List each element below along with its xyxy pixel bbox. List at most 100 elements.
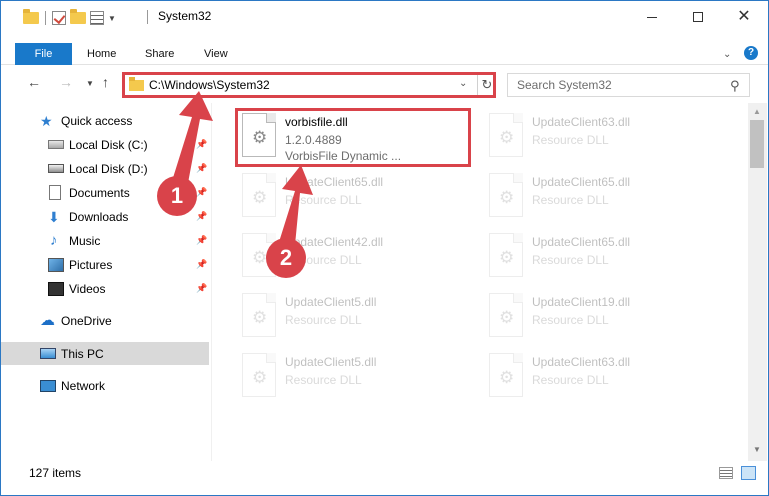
file-explorer-window: ▼ System32 ✕ File Home Share View ⌄ ? ← … <box>0 0 769 496</box>
file-item[interactable]: ⚙ UpdateClient65.dll Resource DLL <box>483 169 713 229</box>
address-bar[interactable]: C:\Windows\System32 ⌄ ↻ <box>122 72 496 98</box>
maximize-button[interactable] <box>675 1 721 33</box>
large-icons-view-icon[interactable] <box>741 466 756 480</box>
file-type: Resource DLL <box>285 193 362 207</box>
file-name: UpdateClient63.dll <box>532 355 631 369</box>
refresh-icon[interactable]: ↻ <box>477 75 496 95</box>
chevron-down-icon[interactable]: ▼ <box>108 14 116 23</box>
scroll-thumb[interactable] <box>750 120 764 168</box>
sidebar-item-music[interactable]: ♪ Music 📌 <box>1 229 209 252</box>
pin-icon[interactable]: 📌 <box>196 259 207 270</box>
navigation-pane: ★ Quick access Local Disk (C:) 📌 Local D… <box>1 103 211 461</box>
gear-icon: ⚙ <box>252 188 268 207</box>
pin-icon[interactable]: 📌 <box>196 187 207 198</box>
help-icon[interactable]: ? <box>744 46 758 60</box>
scroll-up-icon[interactable]: ▲ <box>753 107 761 116</box>
chevron-down-icon[interactable]: ⌄ <box>459 78 467 89</box>
sidebar-item-quick-access[interactable]: ★ Quick access <box>1 109 209 132</box>
file-name: UpdateClient63.dll <box>532 115 631 129</box>
search-input[interactable]: Search System32 ⚲ <box>507 73 750 97</box>
chevron-down-icon[interactable]: ▼ <box>86 79 94 88</box>
tab-home[interactable]: Home <box>87 43 116 65</box>
pin-icon[interactable]: 📌 <box>196 211 207 222</box>
pin-icon[interactable]: 📌 <box>196 283 207 294</box>
title-divider <box>147 10 148 24</box>
dll-file-icon: ⚙ <box>489 233 523 277</box>
file-type: Resource DLL <box>532 313 609 327</box>
file-name: UpdateClient5.dll <box>285 355 377 369</box>
forward-arrow-icon[interactable]: → <box>59 74 73 90</box>
sidebar-item-label: Pictures <box>69 257 113 272</box>
file-item[interactable]: ⚙ UpdateClient19.dll Resource DLL <box>483 289 713 349</box>
file-item[interactable]: ⚙ UpdateClient63.dll Resource DLL <box>483 109 713 169</box>
pc-icon <box>40 348 56 359</box>
documents-icon <box>49 185 61 200</box>
toolbar-divider <box>45 11 46 25</box>
sidebar-item-onedrive[interactable]: ☁ OneDrive <box>1 309 209 332</box>
gear-icon: ⚙ <box>499 308 515 327</box>
file-name: UpdateClient5.dll <box>285 295 377 309</box>
file-type: Resource DLL <box>532 133 609 147</box>
file-item[interactable]: ⚙ UpdateClient63.dll Resource DLL <box>483 349 713 409</box>
properties-icon[interactable] <box>90 11 104 25</box>
sidebar-item-label: Local Disk (D:) <box>69 161 148 176</box>
tab-view[interactable]: View <box>204 43 228 65</box>
file-highlight-box <box>235 108 471 167</box>
search-placeholder: Search System32 <box>517 78 612 92</box>
file-type: Resource DLL <box>532 193 609 207</box>
sidebar-item-this-pc[interactable]: This PC <box>1 342 209 365</box>
sidebar-item-videos[interactable]: Videos 📌 <box>1 277 209 300</box>
dll-file-icon: ⚙ <box>489 353 523 397</box>
minimize-button[interactable] <box>629 1 675 33</box>
downloads-icon: ⬇ <box>48 208 60 225</box>
maximize-icon <box>693 12 703 22</box>
sidebar-item-label: Local Disk (C:) <box>69 137 148 152</box>
new-folder-icon[interactable] <box>70 9 86 24</box>
gear-icon: ⚙ <box>252 308 268 327</box>
properties-check-icon[interactable] <box>52 11 66 25</box>
search-icon[interactable]: ⚲ <box>730 78 740 94</box>
details-view-icon[interactable] <box>719 467 733 479</box>
sidebar-item-label: OneDrive <box>61 313 112 328</box>
file-type: Resource DLL <box>285 373 362 387</box>
sidebar-item-local-disk-c[interactable]: Local Disk (C:) 📌 <box>1 133 209 156</box>
pictures-icon <box>48 257 64 272</box>
file-type: Resource DLL <box>532 253 609 267</box>
disk-icon <box>48 140 64 149</box>
close-icon: ✕ <box>737 8 751 25</box>
pin-icon[interactable]: 📌 <box>196 139 207 150</box>
window-title: System32 <box>158 9 212 23</box>
sidebar-item-label: Music <box>69 233 101 248</box>
dll-file-icon: ⚙ <box>242 173 276 217</box>
status-bar: 127 items <box>1 461 768 495</box>
gear-icon: ⚙ <box>499 248 515 267</box>
back-arrow-icon[interactable]: ← <box>27 74 41 90</box>
file-item[interactable]: ⚙ UpdateClient65.dll Resource DLL <box>483 229 713 289</box>
folder-icon[interactable] <box>23 9 39 24</box>
cloud-icon: ☁ <box>40 311 55 329</box>
network-icon <box>40 379 56 392</box>
pin-icon[interactable]: 📌 <box>196 235 207 246</box>
gear-icon: ⚙ <box>499 188 515 207</box>
up-arrow-icon[interactable]: ↑ <box>102 74 109 90</box>
file-item[interactable]: ⚙ UpdateClient65.dll Resource DLL <box>236 169 466 229</box>
dll-file-icon: ⚙ <box>242 293 276 337</box>
sidebar-item-label: Network <box>61 378 106 393</box>
tab-share[interactable]: Share <box>145 43 174 65</box>
scroll-down-icon[interactable]: ▼ <box>753 445 761 454</box>
sidebar-item-network[interactable]: Network <box>1 374 209 397</box>
disk-icon <box>48 164 64 173</box>
minimize-icon <box>647 16 657 18</box>
file-type: Resource DLL <box>532 373 609 387</box>
file-item[interactable]: ⚙ UpdateClient5.dll Resource DLL <box>236 349 466 409</box>
close-button[interactable]: ✕ <box>721 1 767 33</box>
sidebar-item-label: This PC <box>61 346 104 361</box>
vertical-scrollbar[interactable]: ▲ ▼ <box>748 103 767 461</box>
star-icon: ★ <box>40 112 53 129</box>
music-icon: ♪ <box>50 231 58 249</box>
chevron-down-icon[interactable]: ⌄ <box>723 49 731 60</box>
sidebar-item-pictures[interactable]: Pictures 📌 <box>1 253 209 276</box>
address-path[interactable]: C:\Windows\System32 <box>149 78 270 92</box>
file-item[interactable]: ⚙ UpdateClient5.dll Resource DLL <box>236 289 466 349</box>
pin-icon[interactable]: 📌 <box>196 163 207 174</box>
